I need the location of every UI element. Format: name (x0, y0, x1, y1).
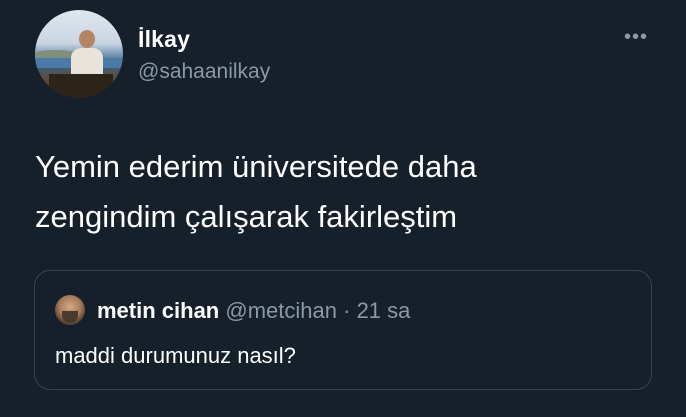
quoted-tweet-header: metin cihan @metcihan · 21 sa (97, 298, 410, 324)
tweet-text-line: Yemin ederim üniversitede daha (35, 149, 477, 184)
author-name[interactable]: İlkay (138, 26, 190, 53)
author-avatar[interactable] (35, 10, 123, 98)
quoted-separator: · (343, 298, 351, 323)
quoted-tweet-text: maddi durumunuz nasıl? (55, 343, 296, 368)
more-options-icon[interactable]: ••• (624, 26, 648, 49)
quoted-author-name: metin cihan (97, 298, 220, 323)
quoted-author-avatar (55, 295, 85, 325)
tweet-text: Yemin ederim üniversitede daha zengindim… (35, 142, 655, 242)
quoted-timestamp: 21 sa (356, 298, 411, 323)
avatar-table (49, 74, 113, 98)
avatar-beard (62, 311, 78, 323)
author-handle[interactable]: @sahaanilkay (138, 60, 270, 84)
tweet-text-line: zengindim çalışarak fakirleştim (35, 199, 458, 234)
quoted-tweet-card[interactable]: metin cihan @metcihan · 21 sa maddi duru… (34, 270, 652, 390)
quoted-author-handle: @metcihan (225, 298, 337, 323)
avatar-person-head (79, 30, 95, 48)
